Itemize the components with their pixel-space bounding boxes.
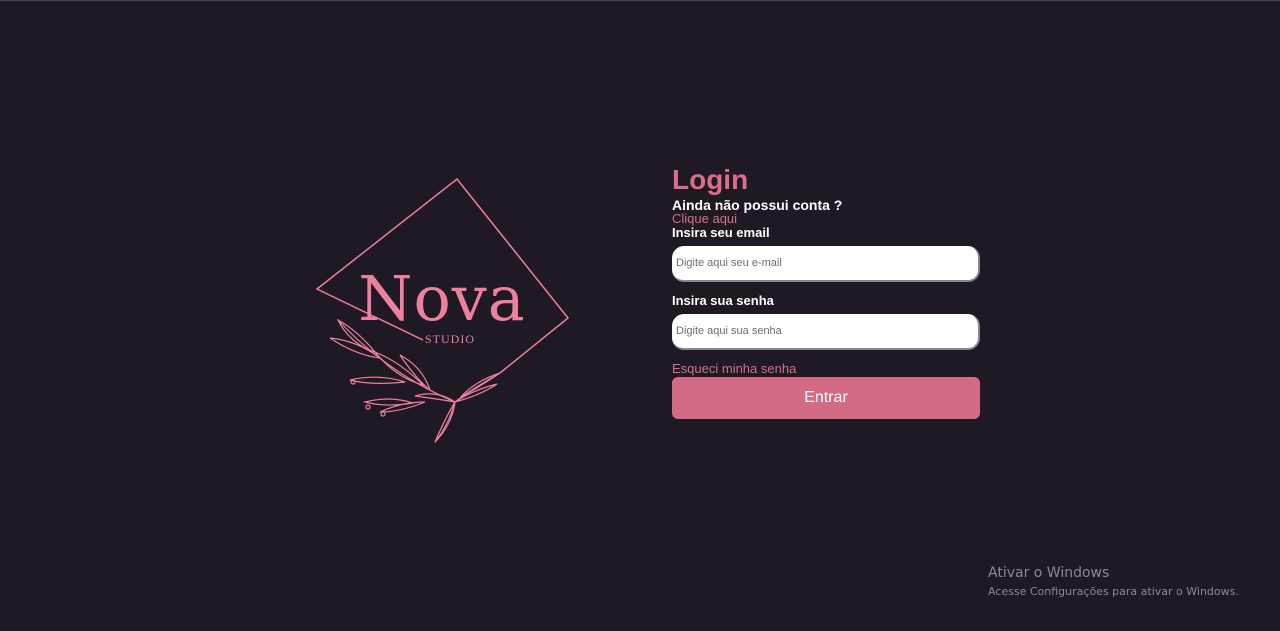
brand-logo: Nova STUDIO — [305, 170, 585, 455]
password-field[interactable] — [672, 314, 980, 350]
no-account-text: Ainda não possui conta ? — [672, 197, 843, 213]
signup-link[interactable]: Clique aqui — [672, 212, 982, 226]
password-label: Insira sua senha — [672, 293, 774, 308]
page-title: Login — [672, 164, 749, 195]
brand-subtitle: STUDIO — [425, 332, 475, 346]
watermark-title: Ativar o Windows — [988, 565, 1110, 581]
submit-button[interactable]: Entrar — [672, 377, 980, 419]
login-form: Login Ainda não possui conta ? Clique aq… — [672, 163, 982, 419]
window-top-border — [0, 0, 1280, 1]
brand-name: Nova — [358, 262, 526, 335]
forgot-password-link[interactable]: Esqueci minha senha — [672, 362, 982, 376]
windows-activation-watermark: Ativar o Windows Acesse Configurações pa… — [988, 564, 1239, 602]
watermark-subtitle: Acesse Configurações para ativar o Windo… — [988, 585, 1239, 598]
email-label: Insira seu email — [672, 225, 770, 240]
email-field[interactable] — [672, 246, 980, 282]
